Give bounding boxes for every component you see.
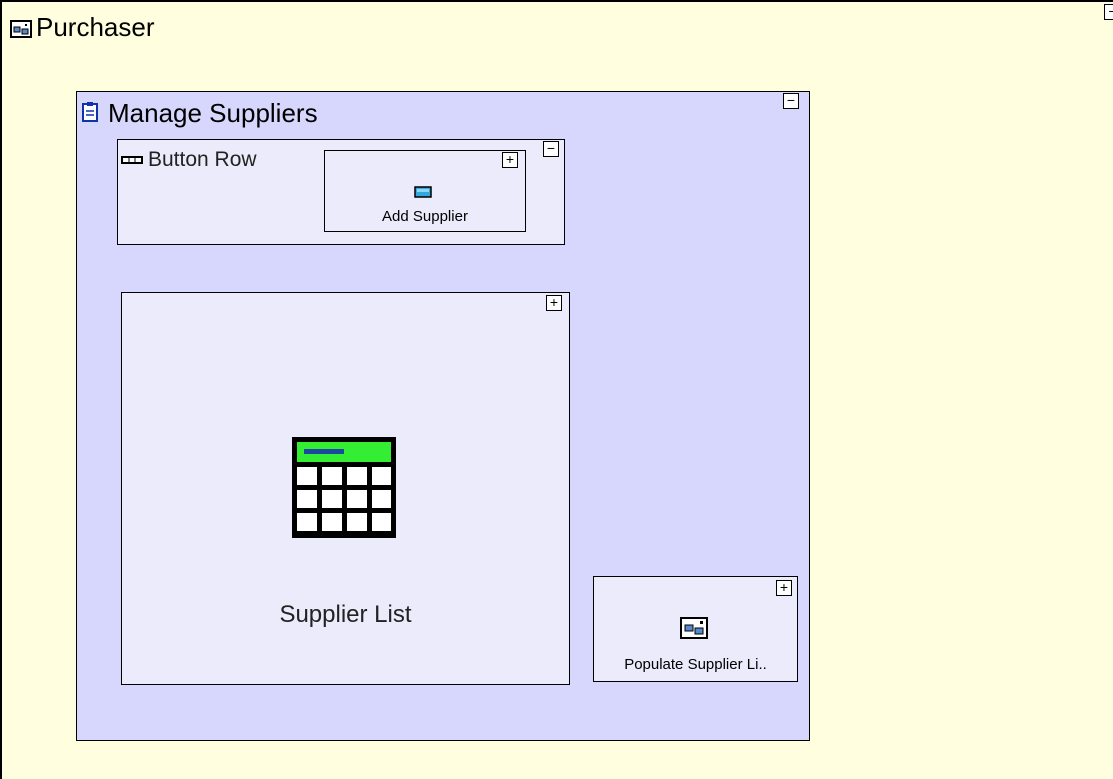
manage-suppliers-collapse-toggle[interactable]: − bbox=[783, 93, 799, 109]
clipboard-icon bbox=[82, 102, 98, 122]
add-supplier-expand-toggle[interactable]: + bbox=[502, 152, 518, 168]
button-row-icon bbox=[121, 156, 143, 164]
root-title: Purchaser bbox=[36, 12, 155, 42]
supplier-list-expand-toggle[interactable]: + bbox=[546, 295, 562, 311]
canvas-top-border bbox=[0, 0, 1113, 2]
supplier-list-label: Supplier List bbox=[279, 601, 412, 628]
button-icon bbox=[414, 186, 432, 198]
canvas-left-border bbox=[0, 0, 2, 779]
root-collapse-toggle[interactable]: − bbox=[1104, 4, 1113, 20]
window-icon bbox=[680, 617, 708, 639]
button-row-title: Button Row bbox=[148, 148, 257, 171]
populate-expand-toggle[interactable]: + bbox=[776, 580, 792, 596]
window-icon bbox=[10, 20, 32, 38]
button-row-collapse-toggle[interactable]: − bbox=[543, 141, 559, 157]
add-supplier-label: Add Supplier bbox=[382, 208, 468, 225]
table-grid-icon bbox=[292, 437, 396, 538]
manage-suppliers-title: Manage Suppliers bbox=[108, 98, 318, 128]
populate-supplier-list-label: Populate Supplier Li.. bbox=[624, 656, 767, 673]
